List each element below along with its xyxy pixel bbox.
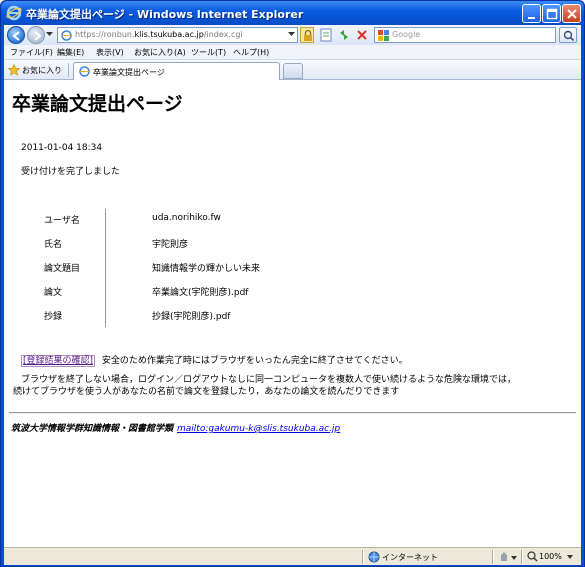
forward-arrow-icon [34, 31, 42, 41]
stop-button[interactable] [354, 27, 370, 43]
back-arrow-icon [12, 31, 20, 41]
footer-org: 筑波大学情報学群知識情報・図書館学類 [11, 424, 174, 434]
footer-mail-link[interactable]: mailto:gakumu-k@slis.tsukuba.ac.jp [177, 424, 340, 434]
tab-label: 卒業論文提出ページ [93, 68, 165, 77]
confirm-results-link[interactable]: [登録結果の確認] [21, 355, 96, 367]
info-key: 氏名 [44, 240, 63, 250]
favorites-star-icon[interactable] [8, 64, 20, 76]
refresh-button[interactable] [336, 27, 352, 43]
page-icon [61, 30, 72, 41]
internet-zone-icon [368, 551, 380, 563]
status-bar: インターネット 100% [4, 547, 581, 565]
address-dropdown-icon[interactable] [288, 32, 295, 37]
security-zone-label[interactable]: インターネット [382, 552, 438, 563]
search-icon [563, 30, 575, 42]
maximize-button[interactable] [542, 4, 561, 23]
menu-edit[interactable]: 編集(E) [57, 47, 84, 58]
new-tab-button[interactable] [283, 63, 303, 79]
warning-line-2: 続けてブラウザを使う人があなたの名前で論文を登録したり，あなたの論文を読んだりで… [13, 387, 400, 397]
menu-favorites[interactable]: お気に入り(A) [134, 47, 186, 58]
info-table-divider [105, 209, 106, 327]
submission-timestamp: 2011-01-04 18:34 [21, 143, 103, 153]
info-key: 抄録 [44, 312, 63, 322]
footer: 筑波大学情報学群知識情報・図書館学類 mailto:gakumu-k@slis.t… [11, 421, 340, 434]
close-window-button[interactable] [562, 4, 581, 23]
ie-logo-icon [6, 5, 22, 21]
title-bar: 卒業論文提出ページ - Windows Internet Explorer [1, 1, 584, 25]
security-lock-button[interactable] [300, 27, 314, 43]
maximize-icon [546, 8, 558, 20]
protected-mode-icon[interactable] [498, 551, 518, 563]
favorites-button[interactable]: お気に入り [22, 65, 62, 76]
menu-file[interactable]: ファイル(F) [10, 47, 53, 58]
security-warning: ブラウザを終了しない場合，ログイン／ログアウトなしに同一コンピュータを複数人で使… [13, 374, 578, 398]
zoom-level[interactable]: 100% [539, 552, 562, 561]
address-url: https://ronbun.klis.tsukuba.ac.jp/index.… [75, 30, 243, 39]
info-key: 論文題目 [44, 264, 81, 274]
menu-tools[interactable]: ツール(T) [191, 47, 226, 58]
browser-client: https://ronbun.klis.tsukuba.ac.jp/index.… [4, 25, 581, 565]
search-placeholder: Google [392, 30, 421, 39]
page-content: 卒業論文提出ページ 2011-01-04 18:34 受け付けを完了しました ユ… [4, 81, 581, 547]
browser-window: 卒業論文提出ページ - Windows Internet Explorer ht… [0, 0, 585, 567]
tab-page-icon [79, 66, 90, 77]
google-icon [378, 30, 389, 41]
info-value: uda.norihiko.fw [152, 213, 221, 223]
close-icon [567, 9, 577, 19]
completion-message: 受け付けを完了しました [21, 167, 121, 177]
page-compat-icon [320, 28, 332, 42]
menu-bar: ファイル(F) 編集(E) 表示(V) お気に入り(A) ツール(T) ヘルプ(… [4, 45, 581, 60]
refresh-icon [340, 30, 348, 40]
url-prefix: https://ronbun. [75, 30, 135, 39]
status-separator [492, 550, 494, 564]
menu-view[interactable]: 表示(V) [96, 47, 124, 58]
url-host: klis.tsukuba.ac.jp [134, 30, 204, 39]
footer-divider [9, 412, 576, 414]
window-title: 卒業論文提出ページ - Windows Internet Explorer [26, 8, 304, 21]
compatibility-view-button[interactable] [318, 27, 334, 43]
zoom-icon[interactable] [527, 551, 538, 562]
confirm-note: 安全のため作業完了時にはブラウザをいったん完全に終了させてください。 [101, 356, 408, 366]
minimize-icon [528, 17, 535, 19]
favorites-tab-bar: お気に入り 卒業論文提出ページ [4, 60, 581, 80]
stop-icon [357, 30, 367, 40]
status-separator [362, 550, 364, 564]
warning-line-1: ブラウザを終了しない場合，ログイン／ログアウトなしに同一コンピュータを複数人で使… [21, 375, 517, 385]
info-value: 知識情報学の輝かしい未来 [152, 264, 261, 274]
info-key: ユーザ名 [44, 216, 80, 226]
zoom-dropdown-icon[interactable] [567, 555, 573, 559]
info-key: 論文 [44, 288, 63, 298]
tab-current-page[interactable]: 卒業論文提出ページ [73, 62, 280, 80]
history-dropdown-icon[interactable] [46, 32, 53, 37]
info-value: 卒業論文(宇陀則彦).pdf [152, 288, 249, 298]
menu-help[interactable]: ヘルプ(H) [233, 47, 269, 58]
forward-button[interactable] [27, 26, 45, 44]
status-separator [521, 550, 523, 564]
confirm-line: [登録結果の確認] 安全のため作業完了時にはブラウザをいったん完全に終了させてく… [21, 353, 408, 367]
favorites-separator [68, 63, 69, 77]
lock-icon [304, 29, 312, 41]
back-button[interactable] [7, 26, 25, 44]
info-value: 宇陀則彦 [152, 240, 189, 250]
minimize-button[interactable] [522, 4, 541, 23]
info-value: 抄録(宇陀則彦).pdf [152, 312, 231, 322]
page-title: 卒業論文提出ページ [12, 93, 183, 115]
navigation-bar: https://ronbun.klis.tsukuba.ac.jp/index.… [4, 25, 581, 45]
search-field[interactable]: Google [374, 27, 556, 43]
search-button[interactable] [559, 27, 577, 43]
address-field[interactable]: https://ronbun.klis.tsukuba.ac.jp/index.… [57, 27, 298, 43]
url-path: /index.cgi [203, 30, 243, 39]
